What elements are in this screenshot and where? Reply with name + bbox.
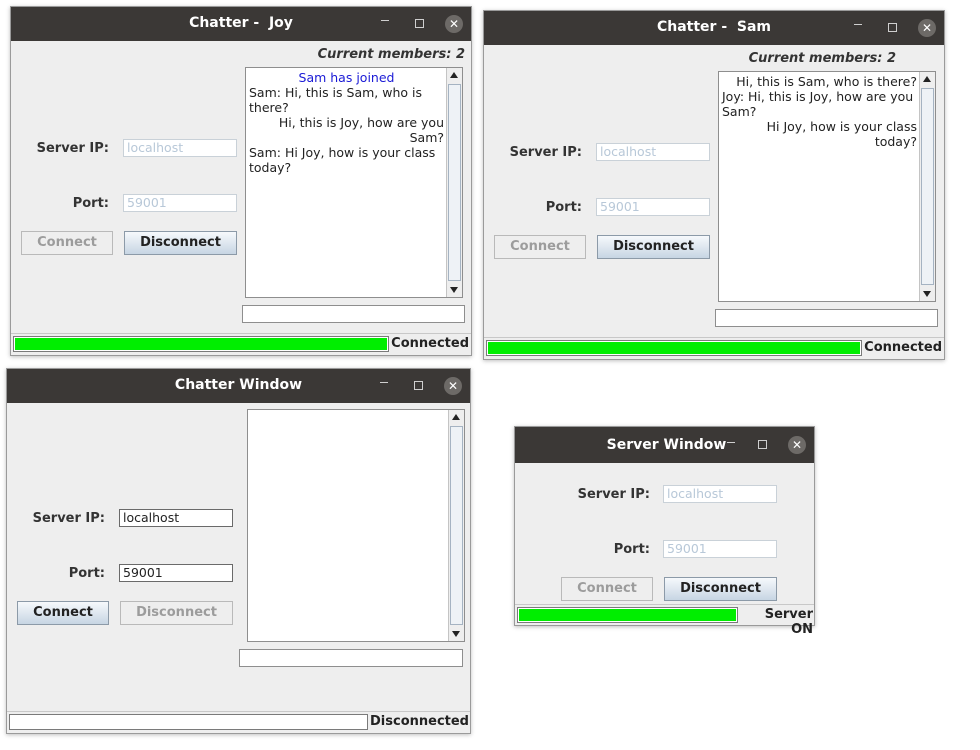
connection-progress-bar xyxy=(13,336,389,352)
progress-fill xyxy=(488,342,860,354)
progress-fill xyxy=(519,609,736,621)
chat-log[interactable]: Hi, this is Sam, who is there? Joy: Hi, t… xyxy=(718,71,936,302)
status-text: Connected xyxy=(391,336,469,351)
port-field[interactable]: 59001 xyxy=(663,540,777,558)
port-field[interactable]: 59001 xyxy=(596,198,710,216)
close-icon[interactable]: ✕ xyxy=(444,377,462,395)
server-ip-label: Server IP: xyxy=(36,141,109,156)
disconnect-button[interactable]: Disconnect xyxy=(124,231,237,255)
title-bar[interactable]: Chatter - Sam ✕ xyxy=(484,11,944,45)
members-count: Current members: 2 xyxy=(748,51,896,66)
chat-messages: Sam has joined Sam: Hi, this is Sam, who … xyxy=(249,70,444,175)
connect-button[interactable]: Connect xyxy=(17,601,109,625)
server-ip-field[interactable]: localhost xyxy=(119,509,233,527)
title-bar[interactable]: Chatter Window ✕ xyxy=(7,369,470,403)
members-count: Current members: 2 xyxy=(317,47,465,62)
maximize-icon[interactable] xyxy=(414,381,423,390)
close-icon[interactable]: ✕ xyxy=(788,436,806,454)
vertical-scrollbar[interactable] xyxy=(446,68,462,297)
chatter-window: Chatter Window ✕ Server IP: localhost Po… xyxy=(6,368,471,734)
window-title: Server Window xyxy=(606,437,727,453)
disconnect-button[interactable]: Disconnect xyxy=(120,601,233,625)
scroll-up-icon[interactable] xyxy=(452,414,460,420)
status-text: Disconnected xyxy=(370,714,469,729)
port-field[interactable]: 59001 xyxy=(123,194,237,212)
window-title: Chatter - Joy xyxy=(189,15,293,31)
connection-progress-bar xyxy=(486,340,862,356)
vertical-scrollbar[interactable] xyxy=(919,72,935,301)
chat-message: Hi, this is Joy, how are you Sam? xyxy=(278,115,444,145)
chat-log[interactable]: Sam has joined Sam: Hi, this is Sam, who … xyxy=(245,67,463,298)
port-label: Port: xyxy=(72,196,109,211)
message-input[interactable] xyxy=(242,305,465,323)
server-ip-field[interactable]: localhost xyxy=(123,139,237,157)
divider xyxy=(11,333,471,334)
chat-message: Hi Joy, how is your class today? xyxy=(766,119,917,149)
scroll-down-icon[interactable] xyxy=(923,291,931,297)
minimize-icon[interactable] xyxy=(381,20,389,21)
progress-fill xyxy=(15,338,387,350)
chat-message: Hi, this is Sam, who is there? xyxy=(736,74,917,89)
title-bar[interactable]: Chatter - Joy ✕ xyxy=(11,7,471,41)
status-text: Server ON xyxy=(764,607,813,637)
maximize-icon[interactable] xyxy=(888,23,897,32)
scroll-down-icon[interactable] xyxy=(450,287,458,293)
scroll-thumb[interactable] xyxy=(921,88,934,285)
divider xyxy=(7,711,470,712)
chatter-joy-window: Chatter - Joy ✕ Current members: 2 Serve… xyxy=(10,6,472,356)
scroll-thumb[interactable] xyxy=(448,84,461,281)
minimize-icon[interactable] xyxy=(854,24,862,25)
vertical-scrollbar[interactable] xyxy=(448,410,464,641)
server-ip-label: Server IP: xyxy=(577,487,650,502)
scroll-down-icon[interactable] xyxy=(452,631,460,637)
minimize-icon[interactable] xyxy=(727,442,735,443)
port-field[interactable]: 59001 xyxy=(119,564,233,582)
window-title: Chatter Window xyxy=(174,377,303,393)
server-ip-field[interactable]: localhost xyxy=(663,485,777,503)
chat-message: Sam: Hi, this is Sam, who is there? xyxy=(249,85,422,115)
status-text: Connected xyxy=(864,340,942,355)
server-progress-bar xyxy=(517,607,738,623)
maximize-icon[interactable] xyxy=(758,440,767,449)
connect-button[interactable]: Connect xyxy=(494,235,586,259)
maximize-icon[interactable] xyxy=(415,19,424,28)
title-bar[interactable]: Server Window ✕ xyxy=(515,427,814,463)
port-label: Port: xyxy=(68,566,105,581)
minimize-icon[interactable] xyxy=(380,382,388,383)
close-icon[interactable]: ✕ xyxy=(445,15,463,33)
scroll-up-icon[interactable] xyxy=(450,72,458,78)
chat-message: Sam: Hi Joy, how is your class today? xyxy=(249,145,436,175)
message-input[interactable] xyxy=(239,649,463,667)
connect-button[interactable]: Connect xyxy=(561,577,653,601)
disconnect-button[interactable]: Disconnect xyxy=(597,235,710,259)
close-icon[interactable]: ✕ xyxy=(918,19,936,37)
divider xyxy=(484,337,944,338)
server-ip-label: Server IP: xyxy=(509,145,582,160)
port-label: Port: xyxy=(613,542,650,557)
divider xyxy=(515,604,814,605)
scroll-thumb[interactable] xyxy=(450,426,463,625)
connection-progress-bar xyxy=(9,714,368,730)
join-notice: Sam has joined xyxy=(298,70,395,85)
port-label: Port: xyxy=(545,200,582,215)
server-ip-label: Server IP: xyxy=(32,511,105,526)
connect-button[interactable]: Connect xyxy=(21,231,113,255)
disconnect-button[interactable]: Disconnect xyxy=(664,577,777,601)
chatter-sam-window: Chatter - Sam ✕ Current members: 2 Serve… xyxy=(483,10,945,360)
chat-message: Joy: Hi, this is Joy, how are you Sam? xyxy=(722,89,914,119)
server-window: Server Window ✕ Server IP: localhost Por… xyxy=(514,426,815,637)
chat-log[interactable] xyxy=(247,409,465,642)
chat-messages: Hi, this is Sam, who is there? Joy: Hi, t… xyxy=(722,74,917,149)
server-ip-field[interactable]: localhost xyxy=(596,143,710,161)
window-title: Chatter - Sam xyxy=(656,19,772,35)
message-input[interactable] xyxy=(715,309,938,327)
scroll-up-icon[interactable] xyxy=(923,76,931,82)
